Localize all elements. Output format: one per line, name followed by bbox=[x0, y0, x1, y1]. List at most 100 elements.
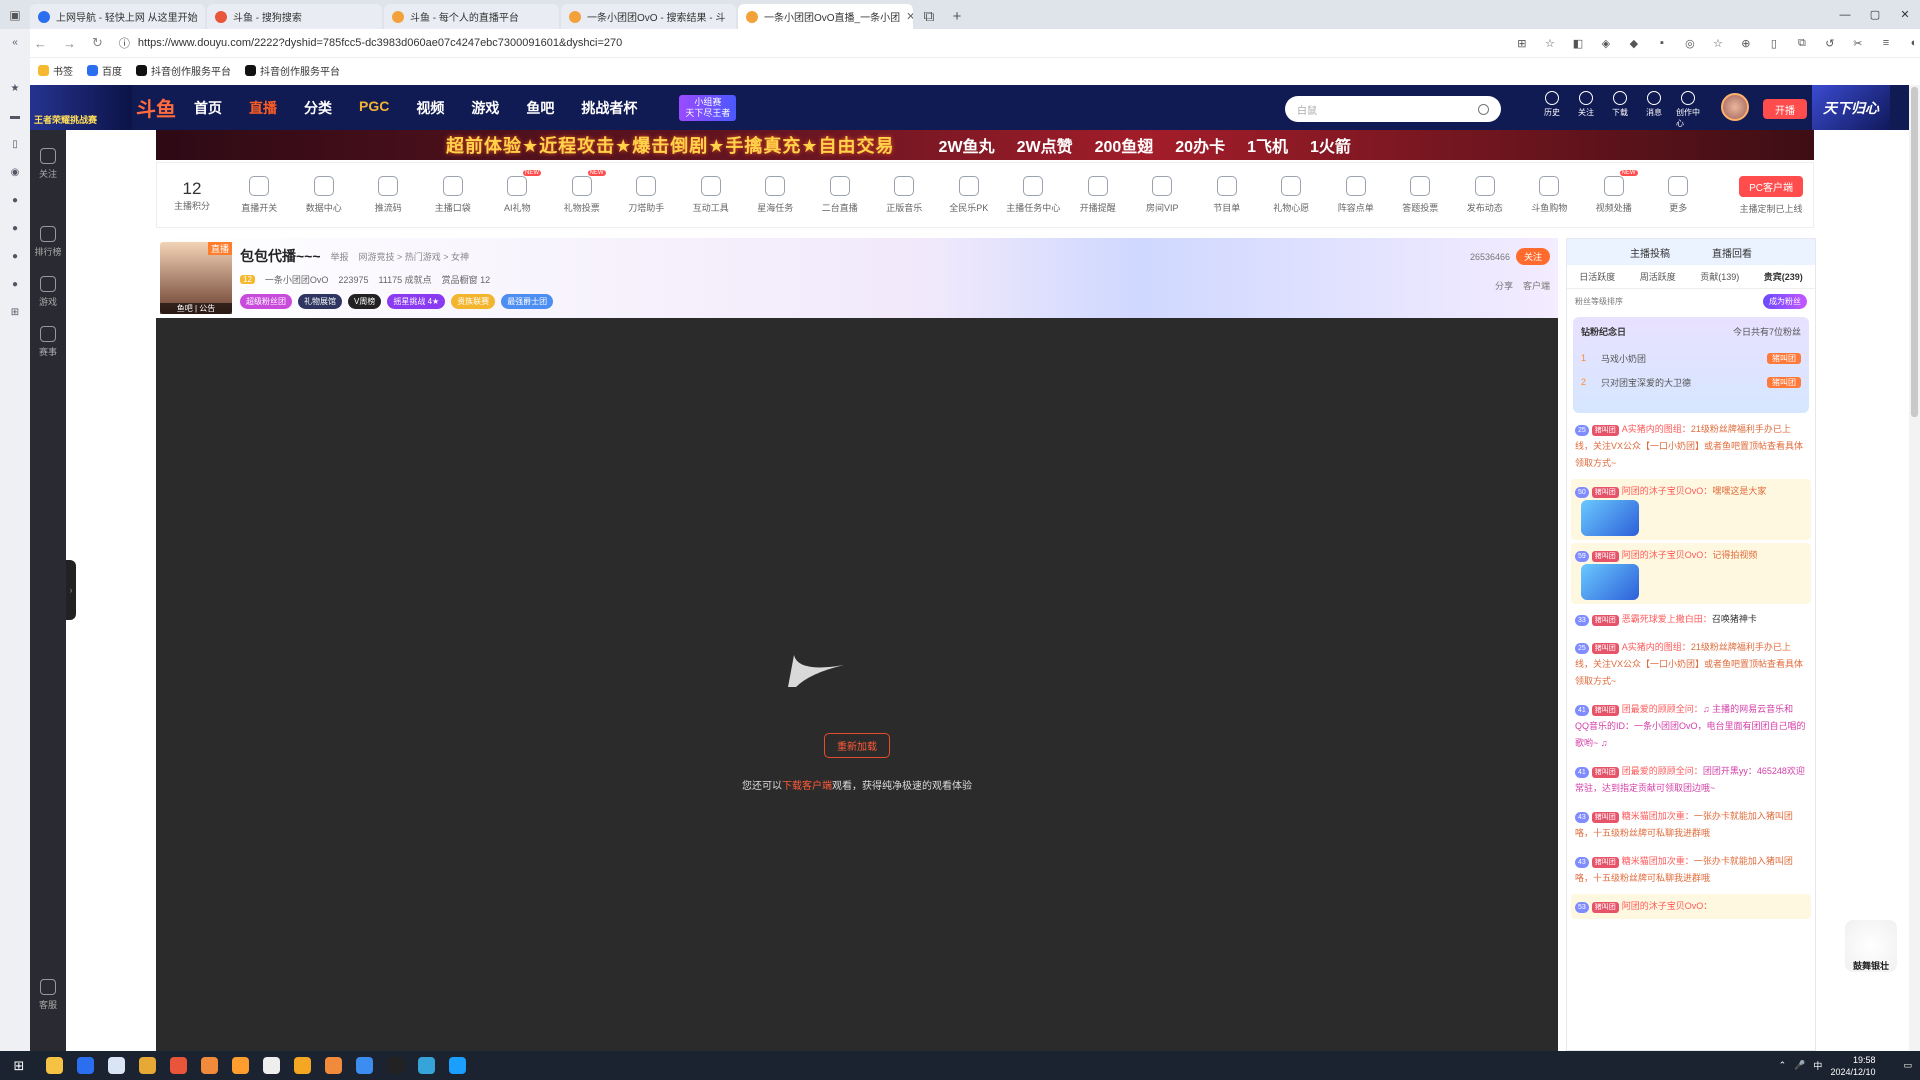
close-window-icon[interactable]: ✕ bbox=[1890, 0, 1920, 29]
tab-list-icon[interactable]: ⧉ bbox=[915, 4, 943, 29]
back-icon[interactable]: ← bbox=[34, 36, 47, 51]
sidebar-item-game[interactable]: 游戏 bbox=[39, 276, 57, 308]
extension-icon[interactable]: ◈ bbox=[1599, 36, 1613, 50]
app-icon[interactable] bbox=[139, 1057, 156, 1074]
chat-message[interactable]: 59 猪叫团 阿团的沐子宝贝OvO：记得拍视频 bbox=[1571, 543, 1811, 604]
close-tab-icon[interactable]: ✕ bbox=[906, 10, 913, 23]
tool-item[interactable]: 更多 bbox=[1646, 176, 1711, 214]
browser-tab[interactable]: 上网导航 - 轻快上网 从这里开始 bbox=[30, 4, 205, 29]
pc-client-promo[interactable]: PC客户端 主播定制已上线 bbox=[1739, 175, 1803, 215]
search-input[interactable]: 白鼠 bbox=[1285, 96, 1501, 122]
nav-category[interactable]: 分类 bbox=[304, 98, 332, 118]
tool-item[interactable]: 主播口袋 bbox=[421, 176, 486, 214]
chat-nickname[interactable]: 阿团的沐子宝贝OvO： bbox=[1622, 486, 1713, 496]
tool-item[interactable]: 开播提醒 bbox=[1066, 176, 1131, 214]
floating-event-icon[interactable]: 鼓舞银壮 bbox=[1845, 920, 1897, 972]
refresh-icon[interactable]: ↻ bbox=[92, 35, 103, 51]
nav-live[interactable]: 直播 bbox=[249, 98, 277, 118]
client-button[interactable]: 客户端 bbox=[1523, 279, 1550, 292]
add-icon[interactable]: ⊞ bbox=[8, 305, 22, 319]
tool-item[interactable]: 正版音乐 bbox=[872, 176, 937, 214]
app-icon[interactable] bbox=[77, 1057, 94, 1074]
become-fan-button[interactable]: 成为粉丝 bbox=[1763, 293, 1807, 309]
chat-nickname[interactable]: 恶霸死球爱上撒白田： bbox=[1622, 614, 1712, 624]
app-icon[interactable] bbox=[201, 1057, 218, 1074]
folder-icon[interactable]: ▬ bbox=[8, 109, 22, 123]
lang-indicator[interactable]: 中 bbox=[1813, 1059, 1822, 1072]
nav-challenge[interactable]: 挑战者杯 bbox=[581, 98, 637, 118]
tab-contribution[interactable]: 贡献(139) bbox=[1700, 270, 1739, 283]
profile-icon[interactable]: ◐ bbox=[1907, 36, 1920, 50]
menu-icon[interactable]: ≡ bbox=[1879, 36, 1893, 50]
nav-pgc[interactable]: PGC bbox=[359, 98, 389, 118]
app-icon[interactable] bbox=[232, 1057, 249, 1074]
app-icon[interactable] bbox=[294, 1057, 311, 1074]
tool-item[interactable]: NEW 礼物投票 bbox=[550, 170, 615, 214]
favorites-icon[interactable]: ★ bbox=[8, 81, 22, 95]
pdf-icon[interactable]: ▪ bbox=[1655, 36, 1669, 50]
chat-message[interactable]: 53 猪叫团 阿团的沐子宝贝OvO： bbox=[1571, 894, 1811, 919]
tool-item[interactable]: 互动工具 bbox=[679, 176, 744, 214]
event-logo[interactable]: 王者荣耀挑战赛 bbox=[30, 85, 132, 130]
tool-item[interactable]: 阵容点单 bbox=[1324, 176, 1389, 214]
chat-message[interactable]: 41 猪叫团 团最爱的顾顾全问：团团开黑yy：465248欢迎常驻，达到指定贡献可领… bbox=[1571, 759, 1811, 801]
room-tag[interactable]: 最强爵士团 bbox=[501, 294, 554, 309]
chat-message[interactable]: 33 猪叫团 恶霸死球爱上撒白田：召唤猪神卡 bbox=[1571, 607, 1811, 632]
chat-nickname[interactable]: A实猪内的图组： bbox=[1622, 642, 1691, 652]
app-icon[interactable] bbox=[263, 1057, 280, 1074]
tool-item[interactable]: 推流码 bbox=[356, 176, 421, 214]
tab-weekly-activity[interactable]: 周活跃度 bbox=[1640, 270, 1676, 283]
nav-yuba[interactable]: 鱼吧 bbox=[526, 98, 554, 118]
tool-item[interactable]: 数据中心 bbox=[292, 176, 357, 214]
user-avatar[interactable] bbox=[1721, 93, 1749, 121]
tool-item[interactable]: 刀塔助手 bbox=[614, 176, 679, 214]
message-button[interactable]: 消息 bbox=[1642, 91, 1666, 129]
search-icon[interactable] bbox=[1478, 103, 1489, 115]
chat-nickname[interactable]: 糖米猫团加次重： bbox=[1622, 856, 1694, 866]
game-promo-logo[interactable]: 天下归心 bbox=[1812, 85, 1890, 130]
phone-icon[interactable]: ▯ bbox=[8, 137, 22, 151]
extension-icon[interactable]: ◎ bbox=[1683, 36, 1697, 50]
chat-messages[interactable]: 25 猪叫团 A实猪内的图组：21级粉丝牌福利手办已上线，关注VX公众【一口小奶团】… bbox=[1567, 417, 1815, 919]
maximize-icon[interactable]: ▢ bbox=[1860, 0, 1890, 29]
chat-nickname[interactable]: A实猪内的图组： bbox=[1622, 424, 1691, 434]
download-icon[interactable]: ⊕ bbox=[1739, 36, 1753, 50]
follow-button[interactable]: 关注 bbox=[1515, 248, 1550, 265]
favorites-icon[interactable]: ☆ bbox=[1711, 36, 1725, 50]
creator-center-button[interactable]: 创作中心 bbox=[1676, 91, 1700, 129]
replay-tab[interactable]: 直播回看 bbox=[1712, 245, 1752, 260]
tool-item[interactable]: 主播任务中心 bbox=[1001, 176, 1066, 214]
search-icon[interactable]: ◉ bbox=[8, 165, 22, 179]
nav-game[interactable]: 游戏 bbox=[471, 98, 499, 118]
app-icon[interactable]: ● bbox=[8, 249, 22, 263]
fan-row[interactable]: 1 马戏小奶团 猪叫团 bbox=[1581, 347, 1801, 369]
extension-icon[interactable]: ◆ bbox=[1627, 36, 1641, 50]
sidebar-collapse-handle[interactable]: › bbox=[66, 560, 76, 620]
app-icon[interactable] bbox=[387, 1057, 404, 1074]
minimize-icon[interactable]: — bbox=[1830, 0, 1860, 29]
tool-item[interactable]: 礼物心愿 bbox=[1259, 176, 1324, 214]
tool-item[interactable]: 房间VIP bbox=[1130, 176, 1195, 214]
screenshot-icon[interactable]: ✂ bbox=[1851, 36, 1865, 50]
reading-icon[interactable]: ▯ bbox=[1767, 36, 1781, 50]
notification-icon[interactable]: ▭ bbox=[1903, 1060, 1912, 1071]
app-icon[interactable] bbox=[108, 1057, 125, 1074]
nav-video[interactable]: 视频 bbox=[416, 98, 444, 118]
room-tag[interactable]: 摇星挑战 4★ bbox=[387, 294, 446, 309]
sidebar-toggle-icon[interactable]: ▣ bbox=[0, 0, 30, 29]
fan-rank-label[interactable]: 粉丝等级排序 bbox=[1575, 296, 1623, 307]
bookmark-item[interactable]: 抖音创作服务平台 bbox=[136, 63, 231, 78]
tool-item[interactable]: 发布动态 bbox=[1453, 176, 1518, 214]
gift-showcase[interactable]: 赏品橱窗 12 bbox=[442, 273, 491, 286]
start-icon[interactable]: ⊞ bbox=[0, 1058, 38, 1074]
app-icon[interactable] bbox=[418, 1057, 435, 1074]
room-tag[interactable]: 超级粉丝团 bbox=[240, 294, 292, 309]
sidebar-item-follow[interactable]: 关注 bbox=[39, 148, 57, 180]
scroll-thumb[interactable] bbox=[1911, 87, 1918, 417]
chat-nickname[interactable]: 糖米猫团加次重： bbox=[1622, 811, 1694, 821]
sidebar-item-event[interactable]: 赛事 bbox=[39, 326, 57, 358]
room-category[interactable]: 网游竞技 > 热门游戏 > 女神 bbox=[359, 250, 470, 263]
tool-item[interactable]: 直播开关 bbox=[227, 176, 292, 214]
tool-item[interactable]: 答题投票 bbox=[1388, 176, 1453, 214]
fan-row[interactable]: 2 只对团宝深爱的大卫德 猪叫团 bbox=[1581, 371, 1801, 393]
